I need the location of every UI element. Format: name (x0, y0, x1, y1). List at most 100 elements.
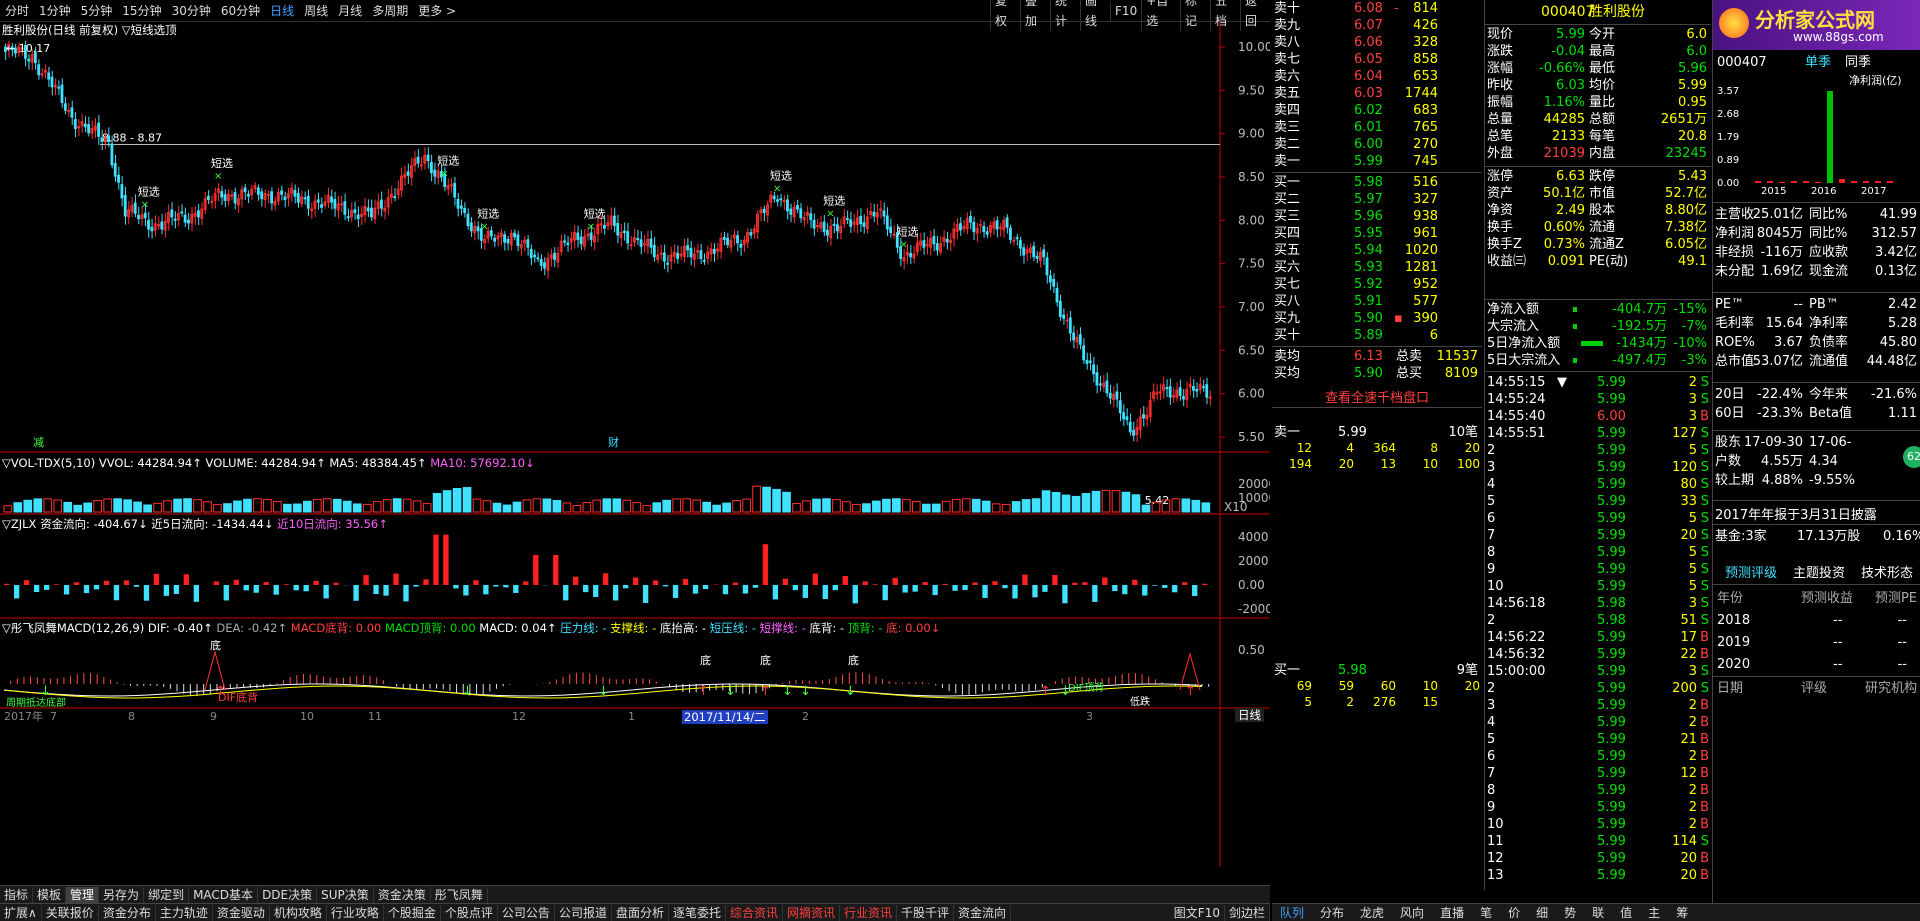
candle-body (1085, 359, 1089, 364)
info-tab[interactable]: 综合资讯 (726, 904, 783, 921)
volume-bar (173, 498, 182, 513)
fund-tab[interactable]: 技术形态 (1861, 562, 1913, 581)
sell-level-row[interactable]: 卖四 6.02 683 (1272, 102, 1482, 119)
right-tab[interactable]: 细 (1528, 905, 1556, 921)
period-tab-2[interactable]: 5分钟 (76, 1, 118, 21)
info-tab[interactable]: 资金流向 (954, 904, 1012, 921)
period-tab-4[interactable]: 30分钟 (167, 1, 216, 21)
flow-bar (213, 581, 219, 585)
info-tab[interactable]: 扩展∧ (0, 904, 42, 921)
info-tab[interactable]: 网摘资讯 (783, 904, 841, 921)
right-tab[interactable]: 笔 (1472, 905, 1500, 921)
volume-bar (572, 504, 582, 513)
fund-row: 20日 -22.4% 今年来 -21.6% (1713, 386, 1920, 404)
candle-body (1078, 334, 1082, 345)
buy-level-row[interactable]: 买六 5.93 1281 (1272, 259, 1482, 276)
info-tab[interactable]: 关联报价 (42, 904, 99, 921)
buy-level-row[interactable]: 买八 5.91 577 (1272, 293, 1482, 310)
right-tab[interactable]: 值 (1612, 905, 1640, 921)
right-tab[interactable]: 队列 (1272, 905, 1312, 921)
sell-level-row[interactable]: 卖七 6.05 858 (1272, 51, 1482, 68)
info-tab[interactable]: 资金分布 (99, 904, 156, 921)
right-tab[interactable]: 联 (1584, 905, 1612, 921)
info-tab[interactable]: 机构攻略 (270, 904, 327, 921)
right-tab[interactable]: 直播 (1432, 905, 1472, 921)
info-tab[interactable]: 个股掘金 (384, 904, 441, 921)
sell-level-row[interactable]: 卖五 6.03 1744 (1272, 85, 1482, 102)
info-tab[interactable]: 行业攻略 (327, 904, 384, 921)
info-tab[interactable]: 公司公告 (498, 904, 555, 921)
info-tab[interactable]: 行业资讯 (840, 904, 898, 921)
period-tab-0[interactable]: 分时 (0, 1, 34, 21)
period-tab-6[interactable]: 日线 (265, 1, 299, 21)
info-tab[interactable]: 盘面分析 (612, 904, 669, 921)
buy-level-row[interactable]: 买七 5.92 952 (1272, 276, 1482, 293)
buy-level-row[interactable]: 买四 5.95 961 (1272, 225, 1482, 242)
info-tab-right[interactable]: 图文F10 (1170, 904, 1225, 921)
sell-level-row[interactable]: 卖九 6.07 426 (1272, 17, 1482, 34)
buy-level-row[interactable]: 买九 5.90 ▪ 390 (1272, 310, 1482, 327)
period-tab-10[interactable]: 更多 > (413, 1, 461, 21)
period-tab-7[interactable]: 周线 (299, 1, 333, 21)
buy-level-row[interactable]: 买五 5.94 1020 (1272, 242, 1482, 259)
flow-bar (842, 576, 848, 585)
info-tab[interactable]: 个股点评 (441, 904, 498, 921)
toolbar-button-4[interactable]: F10 (1110, 1, 1141, 21)
sell-level-row[interactable]: 卖一 5.99 745 (1272, 153, 1482, 170)
quote-value2: 6.0 (1686, 44, 1707, 59)
indicator-tab[interactable]: 绑定到 (144, 886, 190, 903)
fund-tab2[interactable]: 同季 (1845, 54, 1871, 72)
indicator-tab[interactable]: 资金决策 (374, 886, 431, 903)
right-tab[interactable]: 风向 (1392, 905, 1432, 921)
buy-level-row[interactable]: 买二 5.97 327 (1272, 191, 1482, 208)
sell-level-row[interactable]: 卖二 6.00 270 (1272, 136, 1482, 153)
buy-level-row[interactable]: 买一 5.98 516 (1272, 174, 1482, 191)
order-book: 卖十 6.08-814 卖九 6.07 426 卖八 6.06 328 卖七 6.05 858 卖六 6… (1272, 0, 1482, 709)
fund-tab[interactable]: 主题投资 (1793, 562, 1845, 581)
period-tab-8[interactable]: 月线 (333, 1, 367, 21)
flow-bar (882, 585, 888, 601)
arrow-down-icon: ↓ (40, 684, 51, 699)
right-tab[interactable]: 势 (1556, 905, 1584, 921)
buy-level-row[interactable]: 买十 5.89 6 (1272, 327, 1482, 344)
table-head-cell: 年份 (1717, 591, 1744, 606)
indicator-tab[interactable]: DDE决策 (258, 886, 318, 903)
period-tab-3[interactable]: 15分钟 (117, 1, 166, 21)
info-tab[interactable]: 资金驱动 (213, 904, 270, 921)
sell-level-row[interactable]: 卖八 6.06 328 (1272, 34, 1482, 51)
full-depth-link[interactable]: 查看全速千档盘口 (1272, 390, 1482, 407)
indicator-tab[interactable]: 指标 (0, 886, 34, 903)
kline-chart-area[interactable]: 10.00 9.50 9.00 8.50 8.00 7.50 7.00 6.50 6.00 5.5… (0, 22, 1276, 867)
candle-body (120, 184, 124, 199)
period-tab-9[interactable]: 多周期 (367, 1, 413, 21)
info-tab[interactable]: 公司报道 (555, 904, 612, 921)
buy-level-row[interactable]: 买三 5.96 938 (1272, 208, 1482, 225)
info-tab-right[interactable]: 剑边栏 (1225, 904, 1270, 921)
right-tab[interactable]: 分布 (1312, 905, 1352, 921)
info-tab[interactable]: 主力轨迹 (156, 904, 213, 921)
info-tab[interactable]: 千股千评 (897, 904, 955, 921)
sell-level-row[interactable]: 卖三 6.01 765 (1272, 119, 1482, 136)
right-tab[interactable]: 筹 (1668, 905, 1696, 921)
indicator-tab[interactable]: SUP决策 (317, 886, 374, 903)
indicator-tab[interactable]: MACD基本 (189, 886, 259, 903)
flow-bar (243, 585, 249, 591)
fund-tab[interactable]: 预测评级 (1725, 562, 1777, 581)
score-badge[interactable]: 62 (1903, 446, 1920, 468)
period-badge[interactable]: 日线 (1235, 708, 1264, 722)
sell-level-row[interactable]: 卖十 6.08-814 (1272, 0, 1482, 17)
indicator-tab[interactable]: 另存为 (99, 886, 145, 903)
fund-tab1[interactable]: 单季 (1805, 54, 1831, 72)
info-tab[interactable]: 逐笔委托 (669, 904, 726, 921)
indicator-tab[interactable]: 模板 (33, 886, 67, 903)
indicator-tab[interactable]: 彤飞凤舞 (431, 886, 488, 903)
fund-key2: 流通值 (1809, 354, 1849, 369)
period-tab-1[interactable]: 1分钟 (34, 1, 76, 21)
tick-time: 5 (1487, 732, 1496, 747)
indicator-tab[interactable]: 管理 (66, 886, 100, 903)
right-tab[interactable]: 龙虎 (1352, 905, 1392, 921)
sell-level-row[interactable]: 卖六 6.04 653 (1272, 68, 1482, 85)
period-tab-5[interactable]: 60分钟 (216, 1, 265, 21)
right-tab[interactable]: 主 (1640, 905, 1668, 921)
right-tab[interactable]: 价 (1500, 905, 1528, 921)
